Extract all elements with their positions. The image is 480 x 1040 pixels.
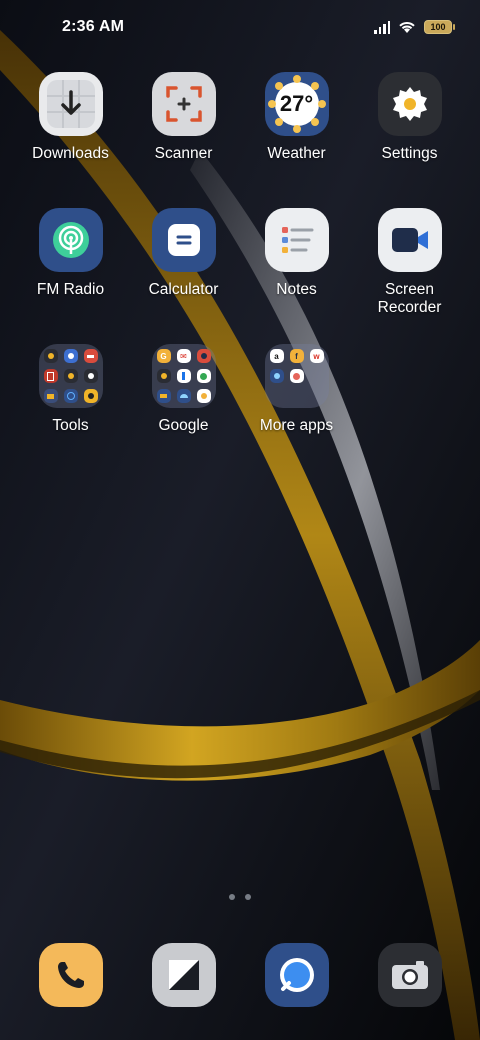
app-label: Downloads [32,145,109,162]
status-icons: 100 [374,18,455,36]
notes-icon [264,208,329,272]
mini-app-icon [176,369,191,383]
app-label: Scanner [154,145,213,162]
signal-icon [374,20,390,34]
mini-facebook-icon: f [289,349,304,363]
mini-app-icon [63,389,78,403]
mini-empty-slot [310,369,324,383]
mini-gmail-icon: ✉ [176,349,191,363]
app-label-line1: Screen [384,281,435,298]
app-label: Notes [276,281,317,298]
mini-app-icon [83,369,98,383]
screen-recorder-icon [377,208,442,272]
mini-app-icon [269,369,284,383]
google-folder-icon: G ✉ [151,344,216,408]
app-label: Screen Recorder [353,281,466,317]
page-indicator [0,894,480,900]
battery-icon: 100 [424,20,455,34]
mini-app-icon [83,389,98,403]
wifi-icon [399,21,415,33]
app-screen-recorder[interactable]: Screen Recorder [353,208,466,317]
mini-app-icon [83,349,98,363]
dock-camera[interactable] [353,943,466,1007]
dock-phone[interactable] [14,943,127,1007]
weather-icon: 27° [264,72,329,136]
mini-app-icon [176,389,191,403]
mini-app-icon [43,369,58,383]
folder-label: More apps [259,417,334,434]
app-notes[interactable]: Notes [240,208,353,299]
weather-temperature: 27° [279,91,314,116]
app-label: FM Radio [36,281,105,298]
calculator-icon [151,208,216,272]
status-time: 2:36 AM [62,18,125,35]
app-settings[interactable]: Settings [353,72,466,163]
app-calculator[interactable]: Calculator [127,208,240,299]
app-label-line2: Recorder [377,299,442,316]
app-weather[interactable]: 27° Weather [240,72,353,163]
mini-app-icon [196,349,211,363]
messages-icon [264,943,329,1007]
mini-amazon-icon: a [269,349,284,363]
mini-app-icon [196,369,211,383]
mini-app-icon [156,369,171,383]
downloads-icon [38,72,103,136]
app-fm-radio[interactable]: FM Radio [14,208,127,299]
scanner-icon [151,72,216,136]
tools-folder-icon [38,344,103,408]
more-apps-folder-icon: a f w [264,344,329,408]
app-label: Calculator [148,281,219,298]
dock-gallery[interactable] [127,943,240,1007]
gallery-icon [151,943,216,1007]
mini-empty-slot [310,389,324,403]
mini-app-icon [196,389,211,403]
app-scanner[interactable]: Scanner [127,72,240,163]
mini-google-icon: G [156,349,171,363]
dock-messages[interactable] [240,943,353,1007]
page-dot[interactable] [229,894,235,900]
mini-app-icon [156,389,171,403]
mini-app-icon [63,369,78,383]
page-dot[interactable] [245,894,251,900]
mini-app-icon [43,389,58,403]
folder-more-apps[interactable]: a f w More apps [240,344,353,435]
app-label: Settings [381,145,438,162]
mini-empty-slot [290,389,304,403]
mini-settings-icon [43,349,58,363]
phone-icon [38,943,103,1007]
mini-empty-slot [270,389,284,403]
settings-icon [377,72,442,136]
camera-icon [377,943,442,1007]
app-downloads[interactable]: Downloads [14,72,127,163]
fm-radio-icon [38,208,103,272]
mini-app-icon [289,369,304,383]
folder-label: Tools [52,417,89,434]
mini-app-icon: w [309,349,324,363]
folder-label: Google [158,417,209,434]
status-bar: 2:36 AM 100 [0,0,480,56]
folder-google[interactable]: G ✉ Google [127,344,240,435]
folder-tools[interactable]: Tools [14,344,127,435]
app-label: Weather [267,145,326,162]
mini-browser-icon [63,349,78,363]
